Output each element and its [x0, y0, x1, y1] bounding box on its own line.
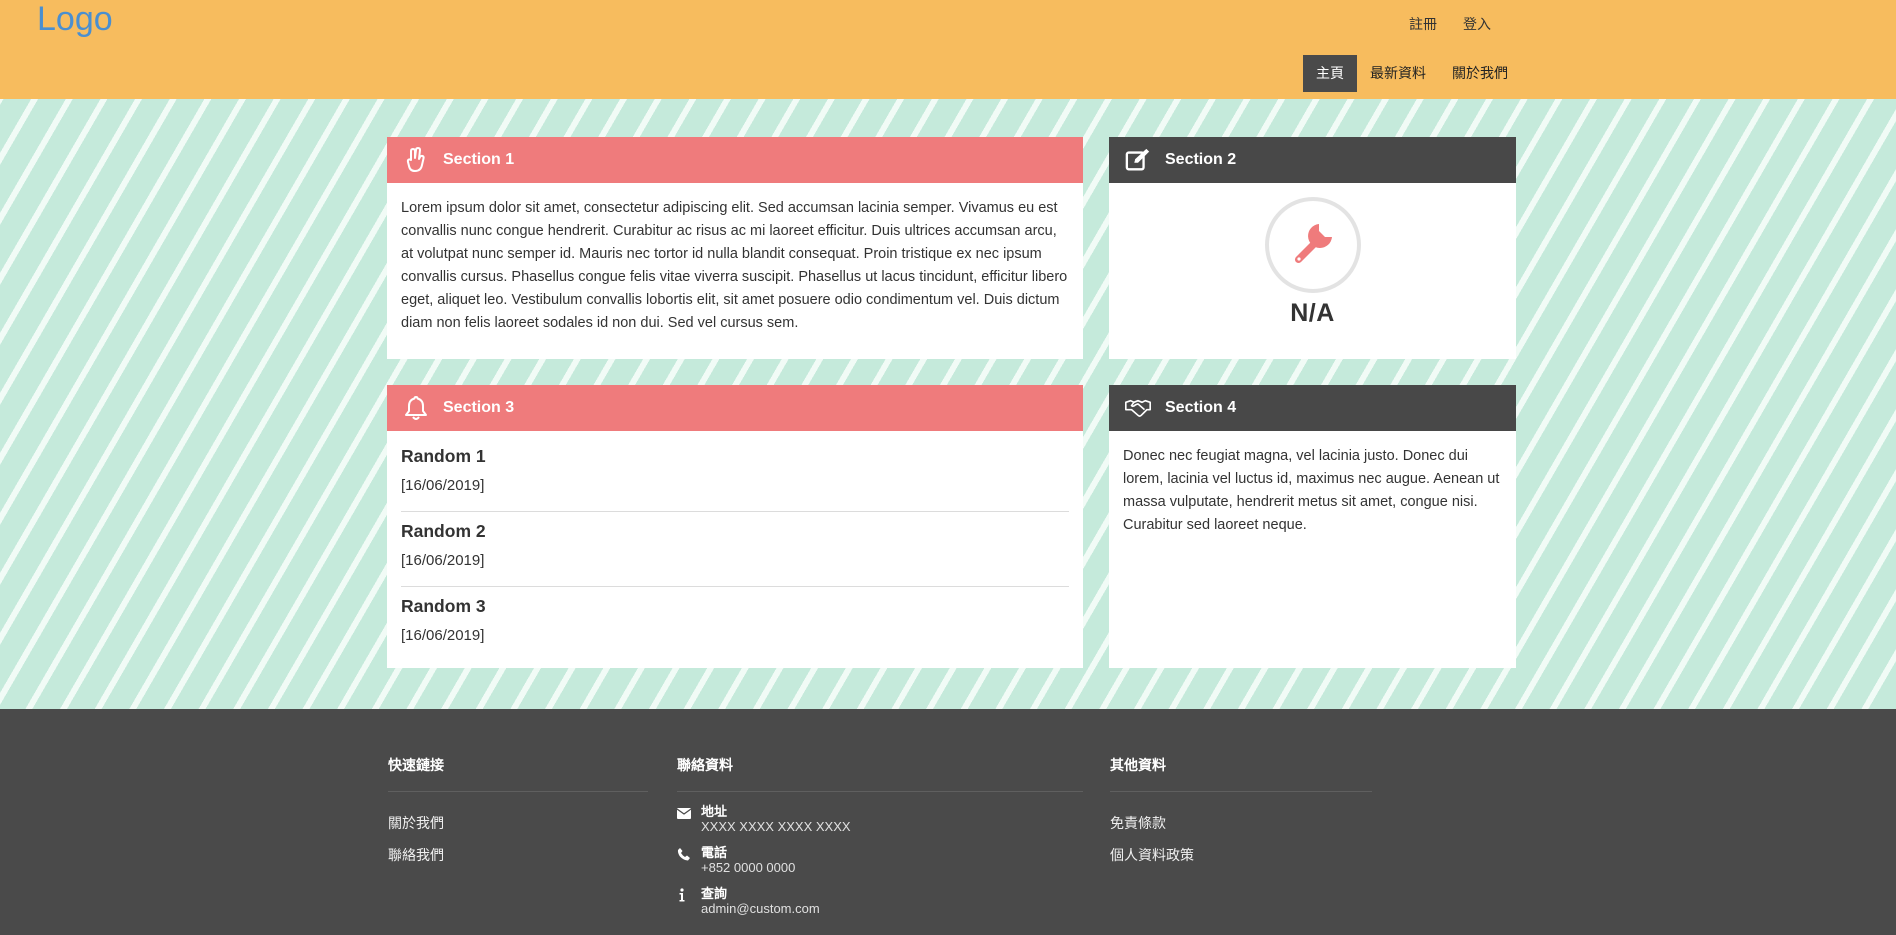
- contact-value: +852 0000 0000: [701, 860, 796, 875]
- envelope-icon: [677, 804, 701, 822]
- section-3-title: Section 3: [443, 399, 515, 416]
- handshake-icon: [1125, 395, 1151, 421]
- contact-value: XXXX XXXX XXXX XXXX: [701, 819, 851, 834]
- list-item: Random 3 [16/06/2019]: [401, 587, 1069, 661]
- footer-link-contact[interactable]: 聯絡我們: [388, 845, 648, 865]
- section-4-title: Section 4: [1165, 399, 1237, 416]
- register-link[interactable]: 註冊: [1396, 14, 1450, 34]
- section-1-card: Section 1 Lorem ipsum dolor sit amet, co…: [387, 137, 1083, 359]
- contact-row-address: 地址 XXXX XXXX XXXX XXXX: [677, 804, 1083, 834]
- section-1-header: Section 1: [387, 137, 1083, 183]
- footer-other: 其他資料 免責條款 個人資料政策: [1110, 755, 1372, 865]
- wrench-icon: [1288, 218, 1338, 273]
- contact-label: 地址: [701, 804, 728, 819]
- footer-other-title: 其他資料: [1110, 755, 1372, 792]
- section-1-text: Lorem ipsum dolor sit amet, consectetur …: [401, 200, 1068, 331]
- list-item-title[interactable]: Random 1: [401, 443, 1069, 469]
- logo[interactable]: Logo: [37, 0, 113, 39]
- status-panel: N/A: [1109, 183, 1516, 328]
- contact-row-enquiry: 查詢 admin@custom.com: [677, 886, 1083, 916]
- section-3-header: Section 3: [387, 385, 1083, 431]
- main-nav: 主頁 最新資料 關於我們: [1303, 55, 1521, 92]
- list-item-date: [16/06/2019]: [401, 627, 485, 644]
- info-icon: [677, 886, 701, 904]
- footer-quick-links: 快速鏈接 關於我們 聯絡我們: [388, 755, 648, 865]
- contact-value: admin@custom.com: [701, 901, 820, 916]
- section-2-title: Section 2: [1165, 151, 1237, 168]
- list-item-title[interactable]: Random 2: [401, 518, 1069, 544]
- contact-label: 電話: [701, 845, 728, 860]
- footer: 快速鏈接 關於我們 聯絡我們 聯絡資料 地址 XXXX XXXX XXXX XX…: [0, 709, 1896, 935]
- phone-icon: [677, 845, 701, 863]
- contact-label: 查詢: [701, 886, 728, 901]
- section-1-title: Section 1: [443, 151, 515, 168]
- footer-quick-links-title: 快速鏈接: [388, 755, 648, 792]
- random-list: Random 1 [16/06/2019] Random 2 [16/06/20…: [387, 431, 1083, 661]
- status-circle: [1264, 197, 1361, 293]
- login-link[interactable]: 登入: [1450, 14, 1504, 34]
- bell-icon: [403, 395, 429, 421]
- footer-quick-links-list: 關於我們 聯絡我們: [388, 813, 648, 865]
- list-item-date: [16/06/2019]: [401, 477, 485, 494]
- footer-contact-list: 地址 XXXX XXXX XXXX XXXX 電話 +852 0000 0000: [677, 804, 1083, 916]
- edit-icon: [1125, 147, 1151, 173]
- list-item: Random 1 [16/06/2019]: [401, 437, 1069, 512]
- main-content: Section 1 Lorem ipsum dolor sit amet, co…: [0, 99, 1896, 709]
- hand-peace-icon: [403, 147, 429, 173]
- section-4-header: Section 4: [1109, 385, 1516, 431]
- section-3-card: Section 3 Random 1 [16/06/2019] Random 2…: [387, 385, 1083, 668]
- footer-contact: 聯絡資料 地址 XXXX XXXX XXXX XXXX 電話 +852 0000…: [677, 755, 1083, 916]
- footer-link-privacy[interactable]: 個人資料政策: [1110, 845, 1372, 865]
- section-2-header: Section 2: [1109, 137, 1516, 183]
- list-item-date: [16/06/2019]: [401, 552, 485, 569]
- list-item-title[interactable]: Random 3: [401, 593, 1069, 619]
- footer-other-list: 免責條款 個人資料政策: [1110, 813, 1372, 865]
- account-links: 註冊 登入: [1396, 14, 1504, 34]
- list-item: Random 2 [16/06/2019]: [401, 512, 1069, 587]
- nav-item-about[interactable]: 關於我們: [1439, 55, 1521, 92]
- contact-row-phone: 電話 +852 0000 0000: [677, 845, 1083, 875]
- nav-item-news[interactable]: 最新資料: [1357, 55, 1439, 92]
- nav-item-home[interactable]: 主頁: [1303, 55, 1357, 92]
- section-4-card: Section 4 Donec nec feugiat magna, vel l…: [1109, 385, 1516, 668]
- header: Logo 註冊 登入 主頁 最新資料 關於我們: [0, 0, 1896, 99]
- section-2-card: Section 2 N/A: [1109, 137, 1516, 359]
- status-value: N/A: [1290, 299, 1335, 327]
- footer-link-about[interactable]: 關於我們: [388, 813, 648, 833]
- footer-contact-title: 聯絡資料: [677, 755, 1083, 792]
- footer-link-disclaimer[interactable]: 免責條款: [1110, 813, 1372, 833]
- section-4-text: Donec nec feugiat magna, vel lacinia jus…: [1123, 448, 1500, 533]
